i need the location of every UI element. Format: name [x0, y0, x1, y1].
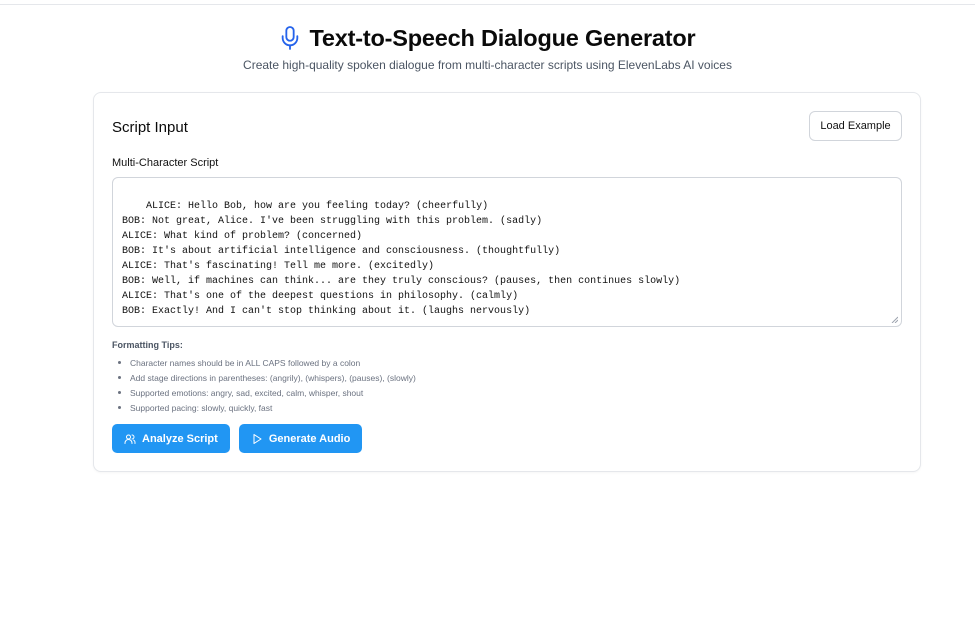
bullet-icon: [118, 361, 121, 364]
tip-item: Supported emotions: angry, sad, excited,…: [112, 385, 416, 400]
tip-item: Supported pacing: slowly, quickly, fast: [112, 400, 416, 415]
tip-text: Add stage directions in parentheses: (an…: [130, 372, 416, 383]
tip-text: Character names should be in ALL CAPS fo…: [130, 357, 361, 368]
tips-title: Formatting Tips:: [112, 340, 183, 350]
generate-audio-button[interactable]: Generate Audio: [238, 424, 363, 453]
script-input-card: Script Input Load Example Multi-Characte…: [93, 92, 921, 472]
tip-item: Add stage directions in parentheses: (an…: [112, 370, 416, 385]
load-example-button[interactable]: Load Example: [809, 111, 902, 141]
tip-text: Supported pacing: slowly, quickly, fast: [130, 402, 273, 413]
play-icon: [253, 433, 262, 444]
bullet-icon: [118, 376, 121, 379]
page-subtitle: Create high-quality spoken dialogue from…: [243, 58, 732, 72]
page-title: Text-to-Speech Dialogue Generator: [309, 24, 696, 51]
users-icon: [124, 434, 136, 444]
card-title: Script Input: [112, 119, 188, 136]
tip-item: Character names should be in ALL CAPS fo…: [112, 355, 416, 370]
tip-text: Supported emotions: angry, sad, excited,…: [130, 387, 364, 398]
script-label: Multi-Character Script: [112, 157, 219, 169]
microphone-icon: [279, 25, 301, 51]
page-header: Text-to-Speech Dialogue Generator Create…: [0, 22, 975, 73]
top-divider: [0, 4, 975, 5]
analyze-script-button[interactable]: Analyze Script: [112, 424, 230, 453]
analyze-script-label: Analyze Script: [142, 432, 218, 445]
script-text: ALICE: Hello Bob, how are you feeling to…: [122, 201, 681, 317]
script-textarea[interactable]: ALICE: Hello Bob, how are you feeling to…: [112, 177, 902, 327]
action-buttons: Analyze Script Generate Audio: [112, 424, 363, 453]
tips-list: Character names should be in ALL CAPS fo…: [112, 355, 416, 415]
resize-handle-icon[interactable]: [891, 316, 898, 323]
generate-audio-label: Generate Audio: [268, 432, 351, 445]
bullet-icon: [118, 406, 121, 409]
bullet-icon: [118, 391, 121, 394]
title-row: Text-to-Speech Dialogue Generator: [0, 22, 975, 54]
